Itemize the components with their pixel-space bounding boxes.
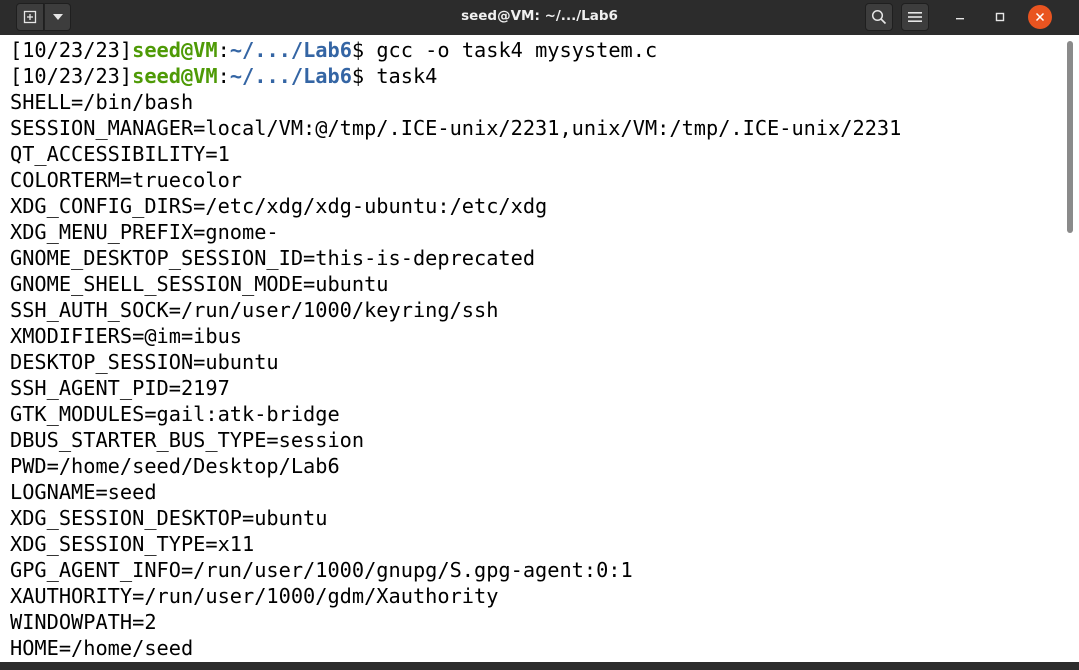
title-bar: seed@VM: ~/.../Lab6 (0, 0, 1079, 35)
output-line: LOGNAME=seed (10, 480, 157, 504)
output-line: SESSION_MANAGER=local/VM:@/tmp/.ICE-unix… (10, 116, 902, 140)
window-bottom-border (0, 662, 1079, 670)
terminal-output-area[interactable]: [10/23/23]seed@VM:~/.../Lab6$ gcc -o tas… (0, 35, 1063, 662)
prompt-date: [10/23/23] (10, 38, 133, 62)
output-line: SSH_AGENT_PID=2197 (10, 376, 230, 400)
output-line: GPG_AGENT_INFO=/run/user/1000/gnupg/S.gp… (10, 558, 633, 582)
chevron-down-icon (52, 14, 63, 20)
prompt-user: seed@VM (132, 64, 218, 88)
minimize-button[interactable] (948, 5, 972, 29)
prompt-symbol: $ (351, 38, 377, 62)
output-line: XDG_SESSION_DESKTOP=ubuntu (10, 506, 328, 530)
output-line: DBUS_STARTER_BUS_TYPE=session (10, 428, 365, 452)
prompt-path: ~/.../Lab6 (229, 38, 352, 62)
scrollbar[interactable] (1063, 35, 1079, 662)
output-line: DESKTOP_SESSION=ubuntu (10, 350, 279, 374)
output-line: COLORTERM=truecolor (10, 168, 242, 192)
prompt-command: task4 (376, 64, 438, 88)
scrollbar-thumb[interactable] (1067, 41, 1073, 233)
prompt-path: ~/.../Lab6 (229, 64, 352, 88)
new-tab-button[interactable] (16, 3, 44, 31)
output-line: QT_ACCESSIBILITY=1 (10, 142, 230, 166)
minimize-icon (956, 18, 964, 20)
output-line: XDG_MENU_PREFIX=gnome- (10, 220, 279, 244)
prompt-line: [10/23/23]seed@VM:~/.../Lab6$ gcc -o tas… (10, 37, 901, 63)
new-tab-icon (23, 10, 37, 24)
search-icon (871, 9, 887, 25)
close-button[interactable] (1028, 5, 1052, 29)
prompt-separator: : (217, 38, 230, 62)
output-line: SSH_AUTH_SOCK=/run/user/1000/keyring/ssh (10, 298, 499, 322)
maximize-button[interactable] (988, 5, 1012, 29)
prompt-command: gcc -o task4 mysystem.c (376, 38, 658, 62)
output-line: XDG_SESSION_TYPE=x11 (10, 532, 255, 556)
prompt-date: [10/23/23] (10, 64, 133, 88)
terminal-window: seed@VM: ~/.../Lab6 [10/23/23]seed@VM:~/… (0, 0, 1079, 670)
output-line: WINDOWPATH=2 (10, 610, 157, 634)
search-button[interactable] (865, 3, 893, 31)
output-line: XAUTHORITY=/run/user/1000/gdm/Xauthority (10, 584, 499, 608)
output-line: GTK_MODULES=gail:atk-bridge (10, 402, 340, 426)
prompt-symbol: $ (351, 64, 377, 88)
prompt-line: [10/23/23]seed@VM:~/.../Lab6$ task4 (10, 63, 901, 89)
hamburger-menu-icon (908, 12, 922, 22)
prompt-user: seed@VM (132, 38, 218, 62)
output-line: PWD=/home/seed/Desktop/Lab6 (10, 454, 340, 478)
close-icon (1035, 12, 1045, 22)
prompt-separator: : (217, 64, 230, 88)
maximize-icon (995, 12, 1005, 22)
output-line: XDG_CONFIG_DIRS=/etc/xdg/xdg-ubuntu:/etc… (10, 194, 548, 218)
new-tab-dropdown-button[interactable] (44, 3, 71, 31)
output-line: GNOME_SHELL_SESSION_MODE=ubuntu (10, 272, 389, 296)
terminal-lines: [10/23/23]seed@VM:~/.../Lab6$ gcc -o tas… (10, 37, 901, 661)
output-line: SHELL=/bin/bash (10, 90, 194, 114)
output-line: XMODIFIERS=@im=ibus (10, 324, 242, 348)
output-line: HOME=/home/seed (10, 636, 194, 660)
menu-button[interactable] (901, 3, 929, 31)
output-line: GNOME_DESKTOP_SESSION_ID=this-is-depreca… (10, 246, 536, 270)
